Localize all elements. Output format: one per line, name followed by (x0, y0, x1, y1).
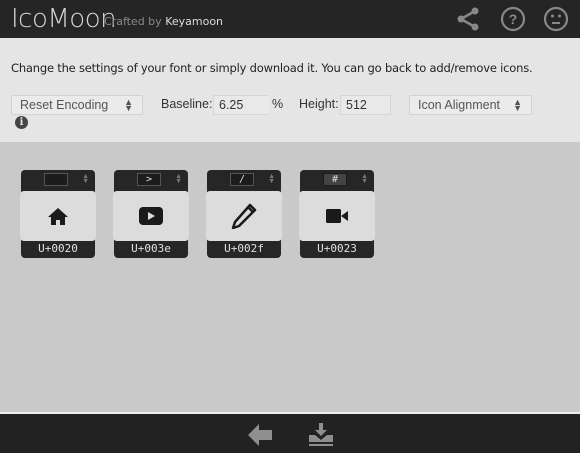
glyph-card: # ▲ ▼ U+0023 (299, 170, 375, 258)
crafted-by: Crafted by Keyamoon (104, 15, 223, 28)
youtube-play-icon (139, 207, 163, 225)
glyph-card: ▲ ▼ U+0020 (20, 170, 96, 258)
baseline-input[interactable]: 6.25 (213, 95, 269, 115)
glyph-preview[interactable] (113, 191, 189, 241)
glyph-preview[interactable] (20, 191, 96, 241)
char-input[interactable] (44, 173, 68, 186)
unicode-label: U+003e (131, 242, 171, 255)
video-camera-icon (326, 209, 348, 223)
header: IcoMoon Crafted by Keyamoon ? (0, 0, 580, 38)
height-input[interactable]: 512 (340, 95, 391, 115)
logo[interactable]: IcoMoon (11, 4, 117, 34)
spinner-icon[interactable]: ▲ ▼ (361, 173, 368, 185)
reset-encoding-label: Reset Encoding (20, 98, 109, 112)
height-label: Height: (299, 97, 339, 111)
font-settings-panel: Change the settings of your font or simp… (0, 38, 580, 142)
unicode-label: U+0023 (317, 242, 357, 255)
char-input[interactable]: # (323, 173, 347, 186)
download-icon[interactable] (308, 423, 334, 447)
author-link[interactable]: Keyamoon (165, 15, 223, 28)
spinner-icon[interactable]: ▲ ▼ (175, 173, 182, 185)
home-icon (48, 208, 68, 225)
help-icon[interactable]: ? (500, 6, 526, 32)
glyph-preview[interactable] (299, 191, 375, 241)
icon-alignment-label: Icon Alignment (418, 98, 500, 112)
char-input[interactable]: > (137, 173, 161, 186)
back-arrow-icon[interactable] (247, 423, 273, 447)
char-input[interactable]: / (230, 173, 254, 186)
glyph-card: / ▲ ▼ U+002f (206, 170, 282, 258)
unicode-label: U+002f (224, 242, 264, 255)
spinner-icon[interactable]: ▲ ▼ (82, 173, 89, 185)
percent-label: % (272, 97, 284, 111)
pencil-icon (231, 203, 257, 229)
glyph-card: > ▲ ▼ U+003e (113, 170, 189, 258)
crafted-label: Crafted by (104, 15, 162, 28)
reset-encoding-select[interactable]: Reset Encoding ▲ ▼ (11, 95, 143, 115)
footer-toolbar (0, 412, 580, 453)
share-icon[interactable] (455, 6, 481, 32)
settings-description: Change the settings of your font or simp… (11, 61, 533, 75)
spinner-icon[interactable]: ▲ ▼ (268, 173, 275, 185)
baseline-label: Baseline: (161, 97, 213, 111)
unicode-label: U+0020 (38, 242, 78, 255)
smiley-icon[interactable] (543, 6, 569, 32)
icon-alignment-select[interactable]: Icon Alignment ▲ ▼ (409, 95, 532, 115)
glyph-preview[interactable] (206, 191, 282, 241)
select-arrows-icon: ▲ ▼ (124, 97, 133, 113)
select-arrows-icon: ▲ ▼ (513, 97, 522, 113)
info-icon[interactable]: i (15, 116, 28, 129)
svg-text:?: ? (509, 11, 518, 27)
